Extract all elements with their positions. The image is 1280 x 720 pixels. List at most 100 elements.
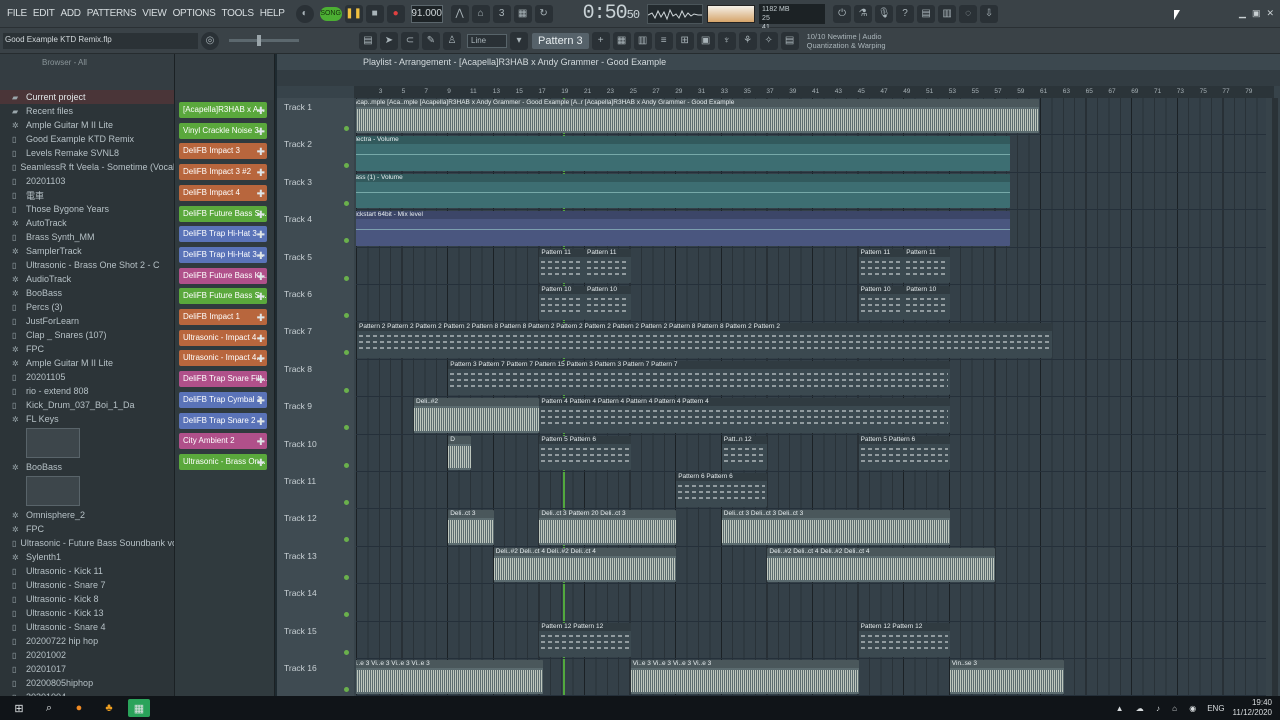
clip-autob[interactable]: Kickstart 64bit - Mix level (356, 211, 1011, 246)
track-mute-indicator[interactable] (344, 275, 349, 281)
channel-button[interactable]: Ultrasonic - Impact 4... ✚ (179, 350, 267, 367)
news-icon[interactable]: ▤ (780, 31, 799, 50)
browser-item[interactable]: ▯ 20201103 (0, 174, 174, 188)
timeline-ruler[interactable]: 3 5 7 9 11 13 15 17 19 21 23 25 27 29 31 33 35 37 39 41 43 45… (354, 86, 1274, 98)
browser-item[interactable]: ▯ Ultrasonic - Kick 13 (0, 606, 174, 620)
channel-button[interactable]: DeliFB Impact 3 #2 ✚ (179, 164, 267, 181)
channel-button[interactable]: DeliFB Trap Hi-Hat 3 ✚ (179, 226, 267, 243)
channel-button[interactable]: DeliFB Future Bass S... ✚ (179, 288, 267, 305)
browser-item[interactable]: ✲ BooBass (0, 460, 174, 474)
menu-item-options[interactable]: OPTIONS (170, 8, 219, 19)
clip-aud[interactable]: Deli..ct 3 Deli..ct 3 Deli..ct 3 (721, 510, 950, 545)
song-mode-button[interactable]: SONG (319, 6, 342, 21)
add-icon[interactable]: ✚ (257, 311, 265, 325)
menu-item-file[interactable]: FILE (4, 8, 30, 19)
menu-item-help[interactable]: HELP (257, 8, 288, 19)
app-icon[interactable]: ▦ (128, 699, 150, 717)
track-name[interactable]: Track 16 (284, 663, 317, 673)
browser-item[interactable]: ▯ Kick_Drum_037_Boi_1_Da (0, 398, 174, 412)
play-button[interactable]: ❚❚ (344, 4, 363, 23)
menu-item-patterns[interactable]: PATTERNS (84, 8, 139, 19)
clip-aud[interactable]: [Acap..mple [Aca..mple [Acapella]R3HAB x… (356, 99, 1039, 134)
add-icon[interactable]: ✚ (257, 228, 265, 242)
clip-pat[interactable]: Pattern 10 (904, 286, 950, 321)
track-name[interactable]: Track 14 (284, 588, 317, 598)
stamp-tool-icon[interactable]: ♙ (443, 31, 461, 50)
track-lane[interactable] (356, 248, 1266, 285)
track-name[interactable]: Track 3 (284, 177, 312, 187)
track-lane[interactable] (356, 472, 1266, 510)
mixer-icon[interactable]: ⚗ (854, 4, 873, 23)
clip-aud[interactable]: Vi..e 3 Vi..e 3 Vi..e 3 Vi..e 3 (356, 660, 543, 695)
track-name[interactable]: Track 9 (284, 401, 312, 411)
clock[interactable]: 19:40 11/12/2020 (1233, 698, 1272, 718)
add-icon[interactable]: ✚ (257, 125, 265, 139)
track-mute-indicator[interactable] (344, 387, 349, 393)
pattern-selector[interactable]: Pattern 3 (532, 32, 589, 49)
channel-rack-icon[interactable]: ▦ (612, 31, 631, 50)
project-name-field[interactable]: Good Example KTD Remix.flp (3, 32, 198, 49)
clip-pat[interactable]: Pattern 11 (858, 248, 905, 283)
clip-pat[interactable]: Patt..n 12 (721, 435, 768, 470)
browser-item[interactable]: ✲ Sylenth1 (0, 550, 174, 564)
track-name[interactable]: Track 1 (284, 102, 312, 112)
clip-pat[interactable]: Pattern 5 Pattern 6 (858, 435, 950, 470)
channel-button[interactable]: DeliFB Trap Snare 2 ✚ (179, 412, 267, 429)
clip-aud[interactable]: Deli..#2 (414, 398, 540, 433)
browser-item[interactable]: ✲ Omnisphere_2 (0, 508, 174, 522)
close-icon[interactable]: ✕ (1266, 8, 1274, 19)
clip-pat[interactable]: Pattern 10 (585, 286, 631, 321)
channel-button[interactable]: DeliFB Impact 3 ✚ (179, 143, 267, 160)
clip-auto[interactable]: Bass (1) - Volume (356, 173, 1011, 209)
browser-item[interactable]: ▯ Ultrasonic - Snare 7 (0, 578, 174, 592)
clip-pat[interactable]: Pattern 11 (539, 248, 585, 283)
track-mute-indicator[interactable] (344, 574, 349, 580)
add-icon[interactable]: ✚ (257, 332, 265, 346)
add-icon[interactable]: ✚ (257, 166, 265, 180)
browser-item[interactable]: ▯ Ultrasonic - Kick 8 (0, 592, 174, 606)
track-mute-indicator[interactable] (344, 687, 349, 692)
track-lane[interactable] (356, 285, 1266, 323)
track-mute-indicator[interactable] (344, 612, 349, 618)
track-mute-indicator[interactable] (344, 500, 349, 505)
add-icon[interactable]: ✚ (257, 104, 265, 118)
track-name[interactable]: Track 13 (284, 551, 317, 561)
browser-item[interactable]: ✲ Ample Guitar M II Lite (0, 356, 174, 370)
clip-aud[interactable]: Deli..#2 Deli..ct 4 Deli..#2 Deli..ct 4 (493, 547, 677, 583)
download-icon[interactable]: ⇩ (980, 4, 999, 23)
chat-icon[interactable]: ◌ (959, 4, 978, 23)
browser-item[interactable]: ▯ Levels Remake SVNL8 (0, 146, 174, 160)
track-mute-indicator[interactable] (344, 649, 349, 655)
track-name[interactable]: Track 11 (284, 476, 316, 486)
tools-icon[interactable]: ♆ (717, 31, 736, 50)
browser-item[interactable]: ✲ SamplerTrack (0, 244, 174, 258)
track-name[interactable]: Track 6 (284, 289, 312, 299)
browser-item[interactable]: ▯ 20200805hiphop (0, 676, 174, 690)
browser-item[interactable]: ▯ Brass Synth_MM (0, 230, 174, 244)
channel-button[interactable]: DeliFB Future Bass Ki... ✚ (179, 267, 267, 284)
track-mute-indicator[interactable] (344, 200, 349, 206)
add-icon[interactable]: ✚ (257, 394, 265, 408)
wait-input-icon[interactable]: ⌂ (471, 4, 490, 23)
browser-item[interactable]: ▯ Percs (3) (0, 300, 174, 314)
menu-item-tools[interactable]: TOOLS (218, 8, 256, 19)
browser-item[interactable]: ✲ FPC (0, 522, 174, 536)
browser-item[interactable]: ✲ FPC (0, 342, 174, 356)
channel-button[interactable]: City Ambient 2 ✚ (179, 433, 267, 450)
browser-item[interactable]: ▯ 20201002 (0, 648, 174, 662)
record-mode-icon[interactable]: ◐ (295, 4, 314, 23)
add-icon[interactable]: ✚ (257, 290, 265, 304)
browser-item[interactable]: ▯ Ultrasonic - Kick 11 (0, 564, 174, 578)
browser-item[interactable]: ✲ Ample Guitar M II Lite (0, 118, 174, 132)
plugins-icon[interactable]: ⚘ (738, 31, 757, 50)
menu-item-edit[interactable]: EDIT (30, 8, 58, 19)
channel-button[interactable]: Vinyl Crackle Noise 3 ✚ (179, 122, 267, 139)
track-name[interactable]: Track 8 (284, 364, 312, 374)
channel-button[interactable]: Ultrasonic - Impact 4 ✚ (179, 329, 267, 346)
browser-item[interactable]: ▯ 電車 (0, 188, 174, 202)
channel-button[interactable]: DeliFB Impact 4 ✚ (179, 184, 267, 201)
add-icon[interactable]: ✚ (257, 270, 265, 284)
master-volume-knob-icon[interactable]: ◎ (201, 31, 219, 50)
arrow-tool-icon[interactable]: ➤ (380, 31, 398, 50)
clip-pat[interactable]: Pattern 2 Pattern 2 Pattern 2 Pattern 2 … (357, 323, 1053, 358)
